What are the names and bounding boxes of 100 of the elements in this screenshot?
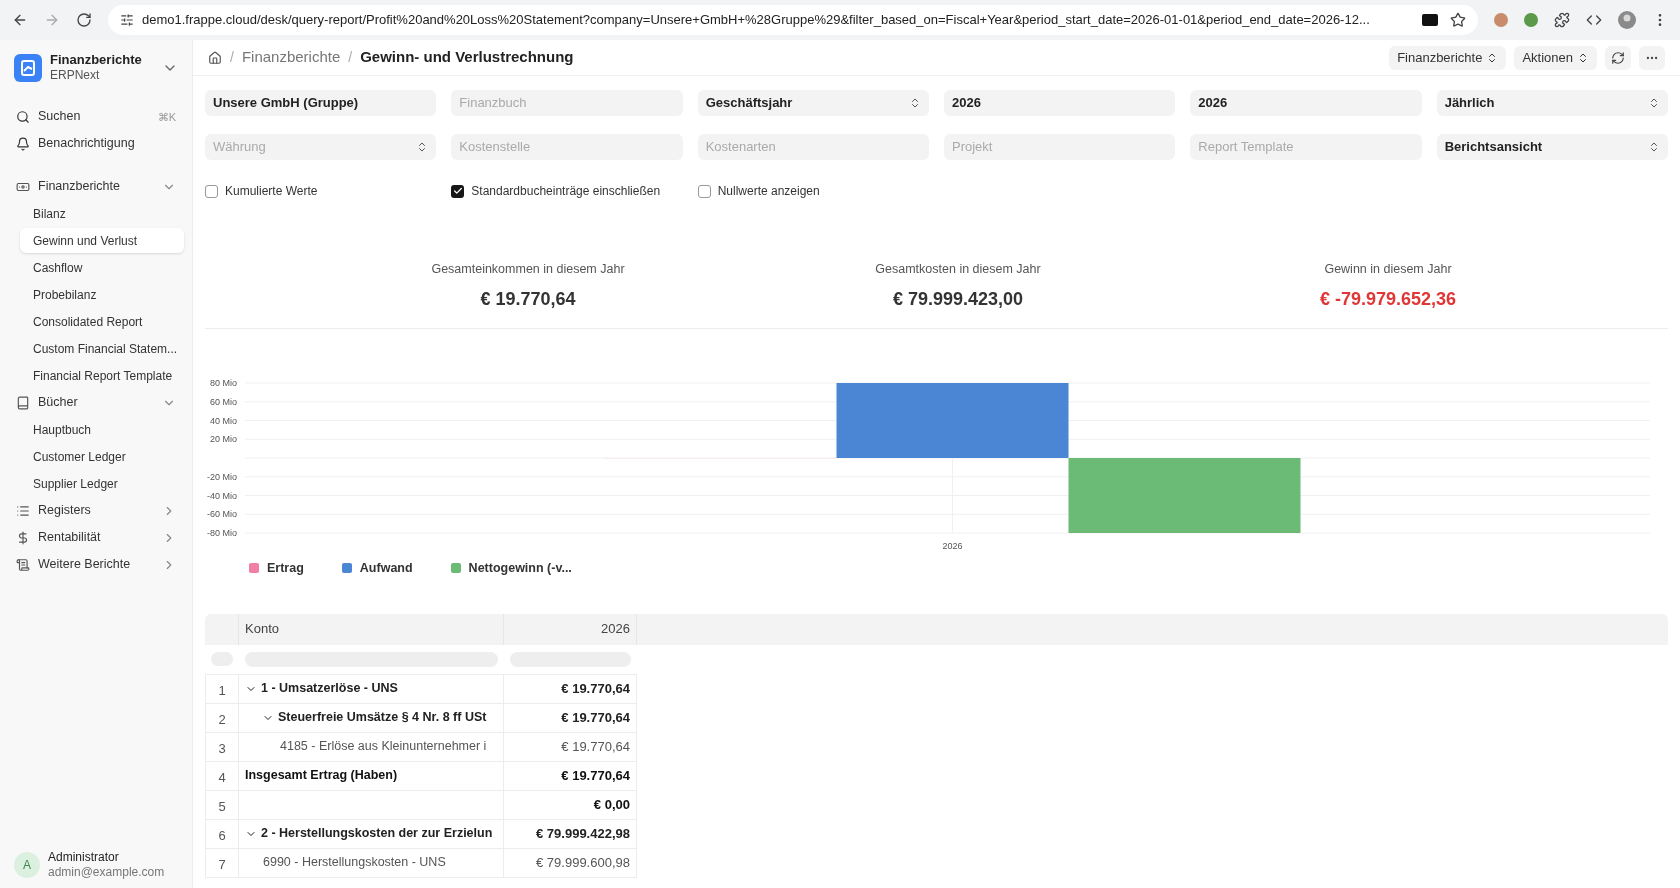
input-field[interactable]: 2026 (944, 90, 1176, 116)
y-axis-label: 40 Mio (210, 415, 237, 426)
input-field[interactable]: Unsere GmbH (Gruppe) (205, 90, 437, 116)
checkbox-option[interactable]: Standardbucheinträge einschließen (451, 182, 683, 200)
y-axis-label: 80 Mio (210, 377, 237, 388)
y-axis-label: -40 Mio (207, 490, 237, 501)
book-icon (16, 395, 30, 410)
home-icon[interactable] (208, 50, 222, 65)
select-arrows-icon (909, 97, 921, 109)
account-name: Steuerfreie Umsätze § 4 Nr. 8 ff USt (278, 709, 487, 727)
checkbox[interactable] (451, 184, 465, 198)
sidebar-section[interactable]: Finanzberichte (8, 173, 184, 201)
x-axis-label: 2026 (942, 540, 963, 551)
sidebar-section[interactable]: Weitere Berichte (8, 551, 184, 579)
profile-avatar-icon[interactable] (1618, 11, 1636, 29)
sidebar-item[interactable]: Probebilanz (20, 282, 184, 308)
summary-label: Gewinn in diesem Jahr (1324, 261, 1452, 278)
row-number: 4 (205, 761, 239, 790)
extensions-icon[interactable] (1554, 12, 1570, 28)
app-title: Finanzberichte (50, 52, 142, 69)
sidebar-item[interactable]: Bilanz (20, 201, 184, 227)
forward-icon[interactable] (44, 12, 60, 28)
search-icon (16, 109, 30, 124)
checkbox-option[interactable]: Kumulierte Werte (205, 182, 437, 200)
user-avatar[interactable]: A (14, 852, 40, 878)
row-number: 2 (205, 703, 239, 732)
sidebar-item[interactable]: Cashflow (20, 255, 184, 281)
app-subtitle: ERPNext (50, 68, 101, 84)
table-cell: € 79.999.600,98 (504, 848, 637, 877)
sidebar-item[interactable]: Custom Financial Statem... (20, 336, 184, 362)
user-email: admin@example.com (48, 865, 165, 880)
account-name: 6990 - Herstellungskosten - UNS (263, 854, 446, 872)
table-cell: € 19.770,64 (504, 732, 637, 761)
y-axis-label: -60 Mio (207, 509, 237, 519)
summary-value: € -79.979.652,36 (1319, 287, 1457, 311)
notification-item[interactable]: Benachrichtigung (8, 130, 184, 158)
sidebar-section[interactable]: Bücher (8, 389, 184, 417)
y-axis-label: 60 Mio (210, 396, 237, 407)
breadcrumb-separator: / (230, 48, 234, 67)
refresh-icon (1611, 50, 1625, 65)
select-field[interactable]: Geschäftsjahr (697, 90, 929, 116)
sidebar-item[interactable]: Customer Ledger (20, 444, 184, 470)
list-icon (16, 503, 30, 518)
row-number: 5 (205, 790, 239, 819)
app-logo-icon (14, 53, 42, 82)
sidebar-item[interactable]: Supplier Ledger (20, 471, 184, 497)
y-axis-label: -20 Mio (207, 471, 237, 482)
table-cell: € 19.770,64 (504, 703, 637, 732)
summary-value: € 19.770,64 (480, 287, 576, 311)
select-arrows-icon (1648, 97, 1660, 109)
select-arrows-icon (1648, 141, 1660, 153)
scroll-icon (16, 557, 30, 572)
sidebar-item[interactable]: Hauptbuch (20, 417, 184, 443)
page-title: Gewinn- und Verlustrechnung (360, 47, 574, 68)
checkbox-option[interactable]: Nullwerte anzeigen (697, 182, 929, 200)
extension-icon[interactable] (1494, 13, 1508, 27)
column-header[interactable]: 2026 (504, 613, 637, 645)
row-number: 7 (205, 848, 239, 877)
legend-label: Nettogewinn (-v... (468, 559, 572, 577)
search-item[interactable]: Suchen ⌘K (8, 103, 184, 131)
legend-label: Ertrag (267, 559, 304, 577)
checkbox[interactable] (205, 184, 218, 198)
account-name: 4185 - Erlöse aus Kleinunternehmer i (280, 738, 487, 756)
sidebar-section[interactable]: Registers (8, 497, 184, 525)
sidebar-section[interactable]: Rentabilität (8, 524, 184, 552)
url-text: demo1.frappe.cloud/desk/query-report/Profit%20and%20Loss%20Statement?company=Unsere+GmbH+%28Gruppe%29&filter_based_on=Fiscal+Year&period_start_date=2026-01-01&period_end_date=2026-12... (142, 11, 1370, 30)
extension-icon[interactable] (1422, 14, 1438, 26)
breadcrumb-link[interactable]: Finanzberichte (241, 46, 341, 69)
y-axis-label: -80 Mio (207, 527, 237, 538)
user-name: Administrator (48, 850, 120, 865)
table-cell: € 19.770,64 (504, 761, 637, 790)
table-cell: € 0,00 (504, 790, 637, 819)
bookmark-icon[interactable] (1450, 12, 1466, 28)
table-cell: € 19.770,64 (504, 674, 637, 703)
code-icon[interactable] (1586, 12, 1602, 28)
bell-icon (16, 136, 30, 151)
back-icon[interactable] (12, 12, 28, 28)
extension-icon[interactable] (1524, 13, 1538, 27)
row-number: 6 (205, 819, 239, 848)
sidebar-item[interactable]: Consolidated Report (20, 309, 184, 335)
checkbox[interactable] (697, 184, 711, 198)
refresh-button[interactable] (1605, 45, 1631, 70)
dropdown-button[interactable]: Finanzberichte (1389, 45, 1507, 70)
summary-value: € 79.999.423,00 (892, 287, 1024, 311)
breadcrumb-separator: / (348, 48, 353, 67)
sidebar-item[interactable]: Gewinn und Verlust (20, 228, 184, 254)
input-field[interactable]: 2026 (1190, 90, 1422, 116)
select-field[interactable]: Berichtsansicht (1436, 134, 1668, 160)
address-bar[interactable]: demo1.frappe.cloud/desk/query-report/Profit%20and%20Loss%20Statement?company=Unsere+GmbH+%28Gruppe%29&filter_based_on=Fiscal+Year&period_start_date=2026-01-01&period_end_date=2026-12... (108, 5, 1478, 35)
account-name: Insgesamt Ertrag (Haben) (245, 767, 398, 785)
account-name: 1 - Umsatzerlöse - UNS (261, 680, 398, 698)
reload-icon[interactable] (76, 12, 92, 28)
site-settings-icon[interactable] (120, 13, 134, 27)
dollar-icon (16, 530, 30, 545)
select-field[interactable]: Jährlich (1436, 90, 1668, 116)
table-cell: € 79.999.422,98 (504, 819, 637, 848)
dropdown-button[interactable]: Aktionen (1514, 45, 1597, 70)
summary-label: Gesamtkosten in diesem Jahr (875, 261, 1041, 278)
column-header[interactable]: Konto (239, 613, 504, 645)
sidebar-item[interactable]: Financial Report Template (20, 363, 184, 389)
